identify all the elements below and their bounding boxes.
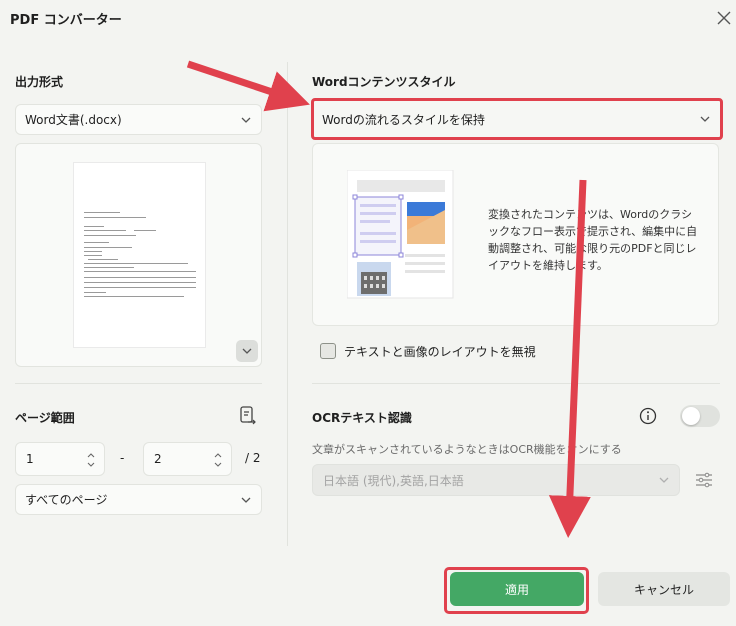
ignore-layout-label: テキストと画像のレイアウトを無視 (344, 345, 536, 359)
output-format-label: 出力形式 (15, 75, 64, 89)
page-from-value: 1 (26, 452, 34, 466)
apply-button[interactable]: 適用 (450, 572, 584, 606)
cancel-button[interactable]: キャンセル (598, 572, 730, 606)
page-total: / 2 (245, 451, 261, 465)
word-style-description: 変換されたコンテンツは、Wordのクラシックなフロー表示で提示され、編集中に自動… (488, 208, 698, 272)
stepper-icon[interactable] (213, 450, 223, 470)
toggle-knob (682, 407, 700, 425)
page-range-icon[interactable] (238, 405, 258, 427)
ignore-layout-checkbox[interactable] (320, 343, 336, 359)
word-style-value: Wordの流れるスタイルを保持 (322, 112, 485, 127)
style-illustration (346, 169, 455, 300)
word-style-select[interactable]: Wordの流れるスタイルを保持 (311, 98, 723, 140)
page-scope-select[interactable]: すべてのページ (15, 484, 262, 515)
settings-sliders-icon[interactable] (694, 470, 714, 490)
info-icon[interactable] (639, 407, 657, 425)
output-format-value: Word文書(.docx) (25, 113, 122, 127)
page-range-label: ページ範囲 (15, 411, 75, 425)
page-from-input[interactable]: 1 (15, 442, 105, 476)
right-divider (312, 383, 720, 384)
expand-preview-button[interactable] (236, 340, 258, 362)
page-to-input[interactable]: 2 (143, 442, 232, 476)
chevron-down-icon (241, 497, 251, 503)
chevron-down-icon (659, 477, 669, 483)
page-scope-value: すべてのページ (25, 493, 108, 507)
document-preview-page (73, 162, 206, 348)
left-divider (15, 383, 262, 384)
panel-divider (287, 62, 288, 546)
arrow-to-word-style (186, 60, 310, 112)
dialog-title: PDF コンバーター (10, 13, 122, 28)
chevron-down-icon (242, 348, 252, 354)
page-to-value: 2 (154, 452, 162, 466)
ocr-hint: 文章がスキャンされているようなときはOCR機能をオンにする (312, 443, 622, 456)
ocr-language-select[interactable]: 日本語 (現代),英語,日本語 (312, 464, 680, 496)
stepper-icon[interactable] (86, 450, 96, 470)
chevron-down-icon (700, 116, 710, 122)
output-format-select[interactable]: Word文書(.docx) (15, 104, 262, 135)
ocr-language-value: 日本語 (現代),英語,日本語 (323, 473, 464, 488)
close-icon[interactable] (712, 6, 736, 30)
ocr-label: OCRテキスト認識 (312, 411, 412, 425)
chevron-down-icon (241, 117, 251, 123)
word-style-label: Wordコンテンツスタイル (312, 75, 456, 89)
ocr-toggle[interactable] (680, 405, 720, 427)
range-separator: - (120, 451, 125, 465)
